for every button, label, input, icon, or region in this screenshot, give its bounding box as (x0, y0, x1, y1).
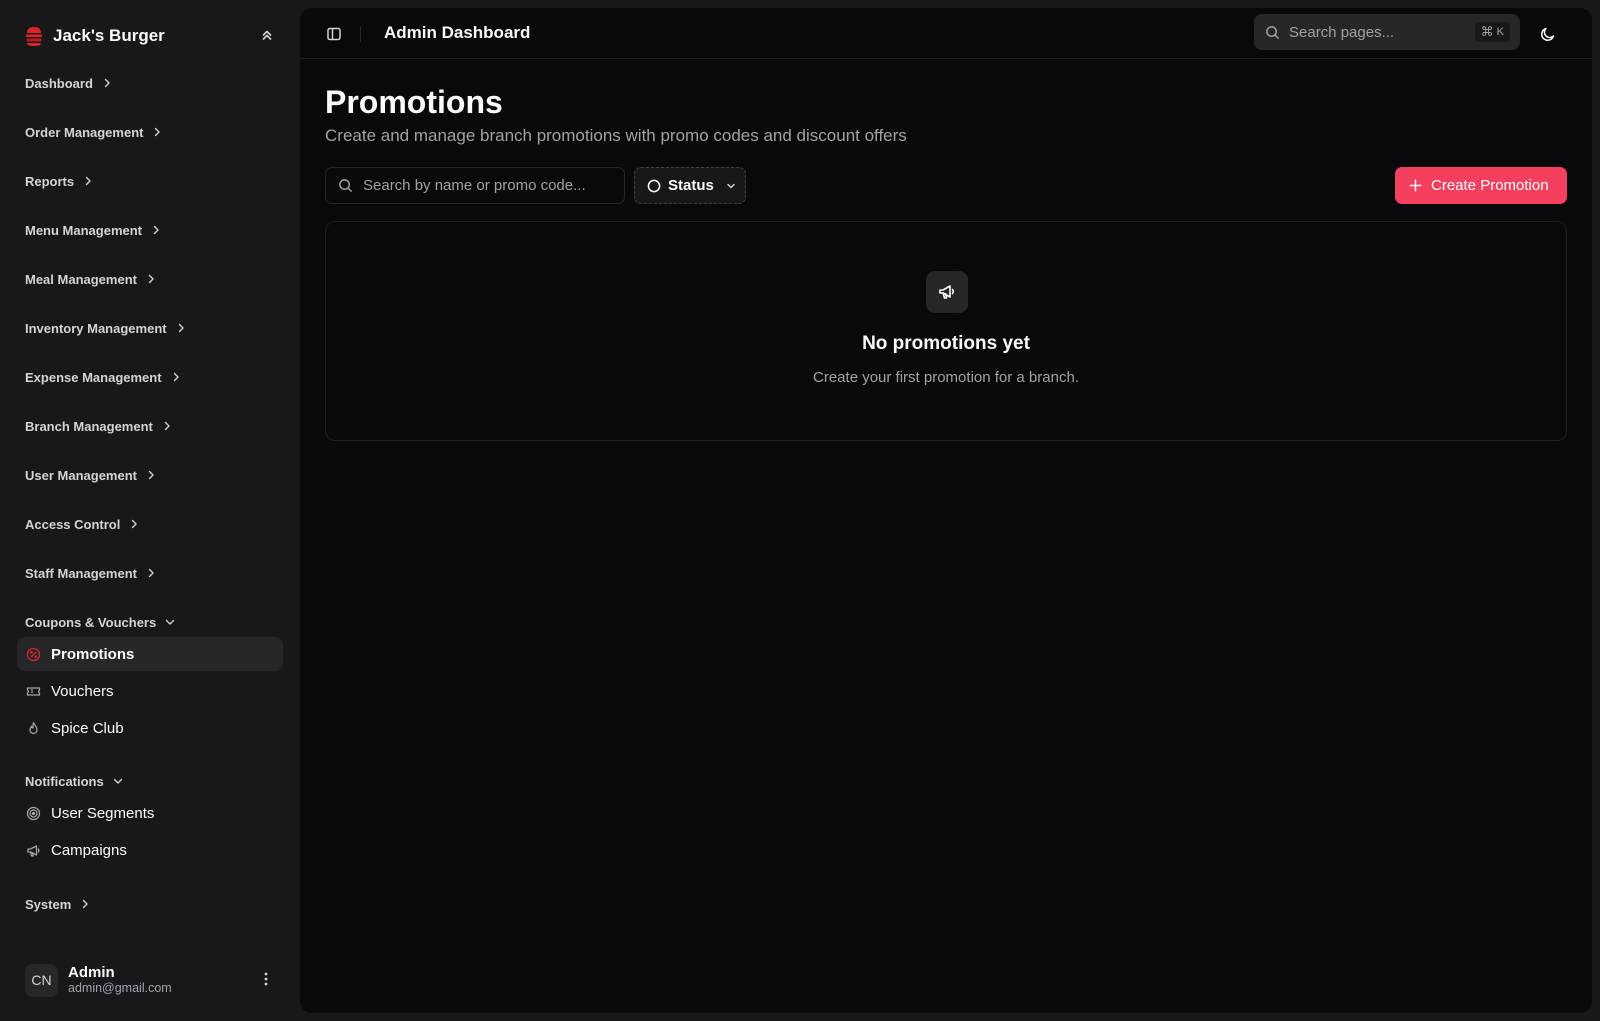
collapse-sidebar-button[interactable] (256, 24, 278, 46)
flame-icon (29, 721, 38, 734)
keyboard-shortcut: ⌘ K (1474, 22, 1510, 42)
empty-state-description: Create your first promotion for a branch… (813, 369, 1079, 386)
sidebar-group-label: Expense Management (25, 369, 162, 385)
sidebar-group-menu-management[interactable]: Menu Management (25, 218, 162, 242)
sidebar-group-label: Reports (25, 173, 75, 189)
sidebar-group-label: Coupons & Vouchers (25, 614, 157, 630)
page-title: Promotions (325, 84, 503, 120)
page-subtitle: Create and manage branch promotions with… (325, 126, 907, 145)
moon-icon (1541, 27, 1555, 41)
topbar-title: Admin Dashboard (384, 23, 531, 42)
sidebar-group-branch-management[interactable]: Branch Management (25, 414, 173, 438)
user-menu-button[interactable] (256, 969, 276, 989)
sidebar-item-label: Promotions (51, 645, 135, 663)
sidebar-group-inventory-management[interactable]: Inventory Management (25, 316, 187, 340)
sidebar-group-label: Menu Management (25, 222, 143, 238)
sidebar-group-user-management[interactable]: User Management (25, 463, 157, 487)
sidebar-item-label: Campaigns (51, 841, 127, 859)
chevron-down-icon (113, 778, 122, 784)
global-search[interactable]: ⌘ K (1254, 14, 1520, 50)
shortcut-key: K (1496, 26, 1504, 38)
panel-left-icon (327, 27, 341, 41)
promotion-search[interactable] (325, 167, 625, 204)
sidebar-group-meal-management[interactable]: Meal Management (25, 267, 157, 291)
sidebar: Jack's Burger Dashboard Order Management R… (0, 0, 300, 1021)
chevron-right-icon (148, 568, 154, 578)
promotion-search-input[interactable] (363, 177, 603, 194)
avatar: CN (25, 963, 58, 997)
user-email: admin@gmail.com (68, 981, 172, 995)
sidebar-item-label: Spice Club (51, 719, 124, 737)
sidebar-item-label: User Segments (51, 804, 155, 822)
ticket-icon (26, 686, 41, 696)
search-icon (339, 179, 352, 192)
command-key-icon: ⌘ (1480, 24, 1494, 39)
sidebar-group-coupons-vouchers[interactable]: Coupons & Vouchers (25, 610, 176, 634)
sidebar-item-promotions[interactable]: Promotions (17, 637, 283, 671)
create-promotion-button[interactable]: Create Promotion (1395, 167, 1567, 204)
sidebar-group-label: Meal Management (25, 271, 137, 287)
empty-state-title: No promotions yet (862, 333, 1030, 354)
sidebar-group-expense-management[interactable]: Expense Management (25, 365, 182, 389)
megaphone-icon (926, 271, 968, 313)
sidebar-item-user-segments[interactable]: User Segments (17, 796, 283, 830)
sidebar-group-label: Staff Management (25, 565, 137, 581)
topbar-divider (360, 26, 361, 42)
create-promotion-label: Create Promotion (1431, 177, 1549, 194)
chevron-right-icon (164, 421, 170, 431)
burger-logo-icon (26, 27, 42, 46)
theme-toggle-button[interactable] (1539, 25, 1557, 43)
brand-name: Jack's Burger (53, 26, 165, 45)
sidebar-item-campaigns[interactable]: Campaigns (17, 833, 283, 867)
sidebar-group-system[interactable]: System (25, 892, 91, 916)
sidebar-group-dashboard[interactable]: Dashboard (25, 71, 113, 95)
chevron-down-icon (166, 619, 175, 625)
badge-percent-icon (26, 647, 41, 661)
sidebar-group-label: Access Control (25, 516, 121, 532)
sidebar-group-access-control[interactable]: Access Control (25, 512, 140, 536)
sidebar-group-label: Branch Management (25, 418, 153, 434)
status-filter-button[interactable]: Status (634, 167, 746, 204)
chevron-right-icon (178, 323, 184, 333)
chevron-down-icon (727, 183, 735, 188)
more-vertical-icon (264, 972, 268, 986)
search-icon (1266, 25, 1279, 39)
sidebar-group-staff-management[interactable]: Staff Management (25, 561, 157, 585)
chevron-right-icon (132, 519, 138, 529)
chevron-right-icon (148, 470, 154, 480)
empty-state: No promotions yet Create your first prom… (325, 221, 1567, 441)
chevron-right-icon (148, 274, 154, 284)
plus-icon (1409, 179, 1422, 192)
chevron-right-icon (153, 225, 159, 235)
user-name: Admin (68, 964, 115, 981)
sidebar-group-reports[interactable]: Reports (25, 169, 94, 193)
chevron-right-icon (104, 78, 110, 88)
target-icon (26, 806, 41, 820)
chevron-right-icon (155, 127, 161, 137)
status-filter-label: Status (668, 177, 714, 194)
sidebar-group-order-management[interactable]: Order Management (25, 120, 163, 144)
main-panel: Admin Dashboard ⌘ K Promotions Create an… (300, 8, 1592, 1013)
toggle-sidebar-button[interactable] (325, 25, 343, 43)
global-search-input[interactable] (1289, 23, 1469, 41)
megaphone-icon (27, 844, 40, 857)
sidebar-item-vouchers[interactable]: Vouchers (17, 674, 283, 708)
chevron-right-icon (85, 176, 91, 186)
sidebar-group-label: Inventory Management (25, 320, 167, 336)
sidebar-group-notifications[interactable]: Notifications (25, 769, 124, 793)
circle-icon (647, 179, 661, 192)
brand[interactable]: Jack's Burger (25, 22, 165, 50)
topbar: Admin Dashboard ⌘ K (300, 8, 1592, 59)
sidebar-group-label: Notifications (25, 773, 104, 789)
sidebar-group-label: Dashboard (25, 75, 93, 91)
user-profile[interactable]: CN Admin admin@gmail.com (25, 962, 172, 998)
sidebar-group-label: Order Management (25, 124, 144, 140)
sidebar-item-spice-club[interactable]: Spice Club (17, 711, 283, 745)
sidebar-group-label: System (25, 896, 72, 912)
chevron-right-icon (83, 899, 88, 909)
sidebar-group-label: User Management (25, 467, 137, 483)
chevron-right-icon (173, 372, 179, 382)
sidebar-item-label: Vouchers (51, 682, 114, 700)
chevrons-up-icon (262, 30, 272, 40)
